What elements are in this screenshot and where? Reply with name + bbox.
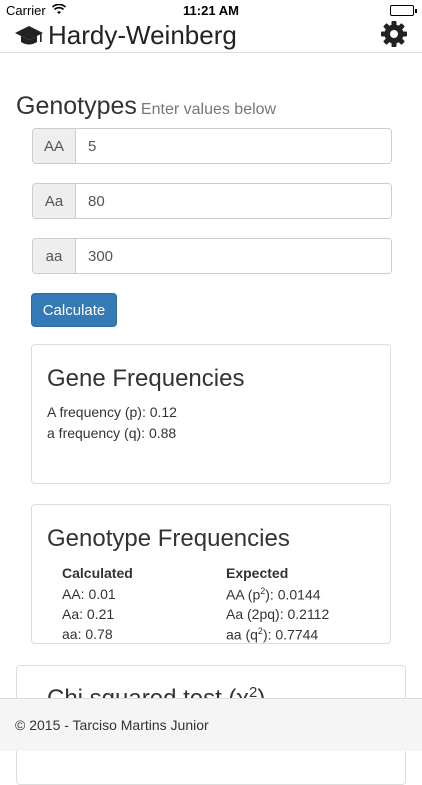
calculated-heading: Calculated [62, 565, 133, 581]
battery-icon [390, 5, 417, 16]
expected-row: aa (q2): 0.7744 [226, 626, 319, 643]
genotype-aa-input[interactable] [76, 239, 391, 273]
genotype-Aa-input[interactable] [76, 184, 391, 218]
navbar: Hardy-Weinberg [0, 20, 422, 53]
genotype-label: aa [33, 239, 76, 273]
genotype-aa-mixed-group: Aa [32, 183, 392, 219]
genotype-frequencies-title: Genotype Frequencies [47, 525, 290, 552]
gene-frequencies-panel: Gene Frequencies A frequency (p): 0.12 a… [31, 344, 391, 484]
graduation-cap-icon [14, 24, 44, 48]
status-bar: Carrier 11:21 AM [0, 0, 422, 20]
q-frequency: a frequency (q): 0.88 [47, 425, 177, 441]
p-frequency: A frequency (p): 0.12 [47, 404, 177, 420]
footer: © 2015 - Tarciso Martins Junior [0, 698, 422, 751]
genotype-frequencies-panel: Genotype Frequencies Calculated AA: 0.01… [31, 504, 391, 644]
app-title: Hardy-Weinberg [48, 20, 237, 50]
genotype-aa-lower-group: aa [32, 238, 392, 274]
genotype-label: AA [33, 129, 76, 163]
genotype-aa-upper-group: AA [32, 128, 392, 164]
gear-icon[interactable] [380, 20, 408, 48]
genotypes-subtitle: Enter values below [140, 101, 277, 118]
expected-heading: Expected [226, 565, 289, 581]
expected-row: Aa (2pq): 0.2112 [226, 606, 330, 622]
calculated-row: AA: 0.01 [62, 586, 116, 602]
expected-row: AA (p2): 0.0144 [226, 586, 321, 603]
calculated-row: Aa: 0.21 [62, 606, 115, 622]
genotypes-heading: Genotypes Enter values below [16, 92, 276, 121]
genotype-label: Aa [33, 184, 76, 218]
genotypes-title: Genotypes [16, 92, 137, 120]
clock: 11:21 AM [183, 3, 239, 18]
calculate-button[interactable]: Calculate [31, 293, 117, 327]
copyright-text: © 2015 - Tarciso Martins Junior [15, 717, 209, 733]
gene-frequencies-title: Gene Frequencies [47, 365, 245, 392]
calculated-row: aa: 0.78 [62, 626, 113, 642]
genotype-AA-input[interactable] [76, 129, 391, 163]
